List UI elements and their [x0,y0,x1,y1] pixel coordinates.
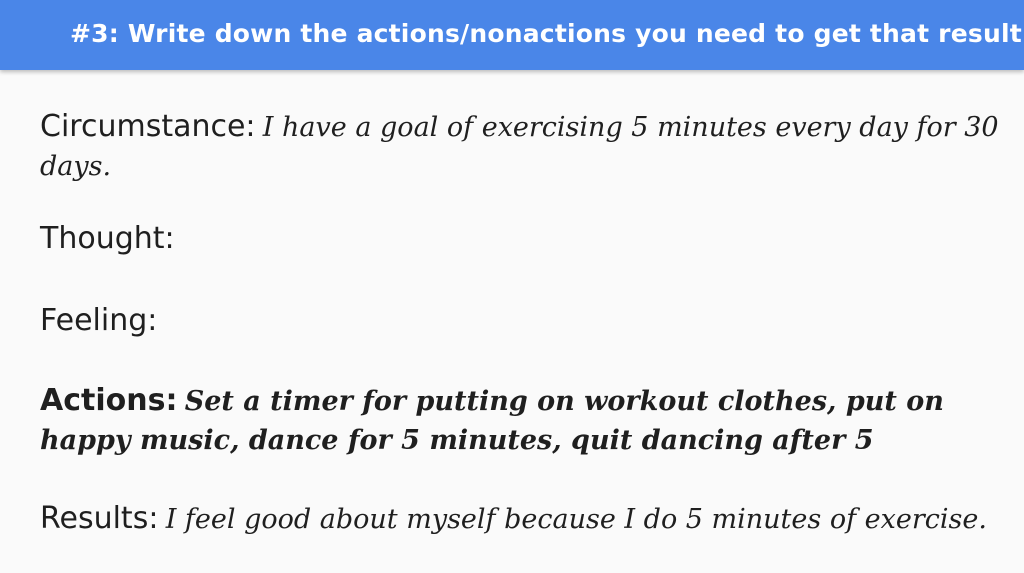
slide-title: #3: Write down the actions/nonactions yo… [70,19,1024,48]
results-label: Results: [40,501,159,536]
thought-line: Thought: [40,220,1000,259]
results-value: I feel good about myself because I do 5 … [165,504,987,535]
actions-label: Actions: [40,383,178,418]
circumstance-label: Circumstance: [40,109,256,144]
actions-line: Actions: Set a timer for putting on work… [40,382,1000,460]
slide-header: #3: Write down the actions/nonactions yo… [0,0,1024,70]
feeling-line: Feeling: [40,302,1000,341]
results-line: Results: I feel good about myself becaus… [40,500,1000,539]
feeling-label: Feeling: [40,303,158,338]
thought-label: Thought: [40,221,175,256]
circumstance-line: Circumstance: I have a goal of exercisin… [40,108,1000,186]
